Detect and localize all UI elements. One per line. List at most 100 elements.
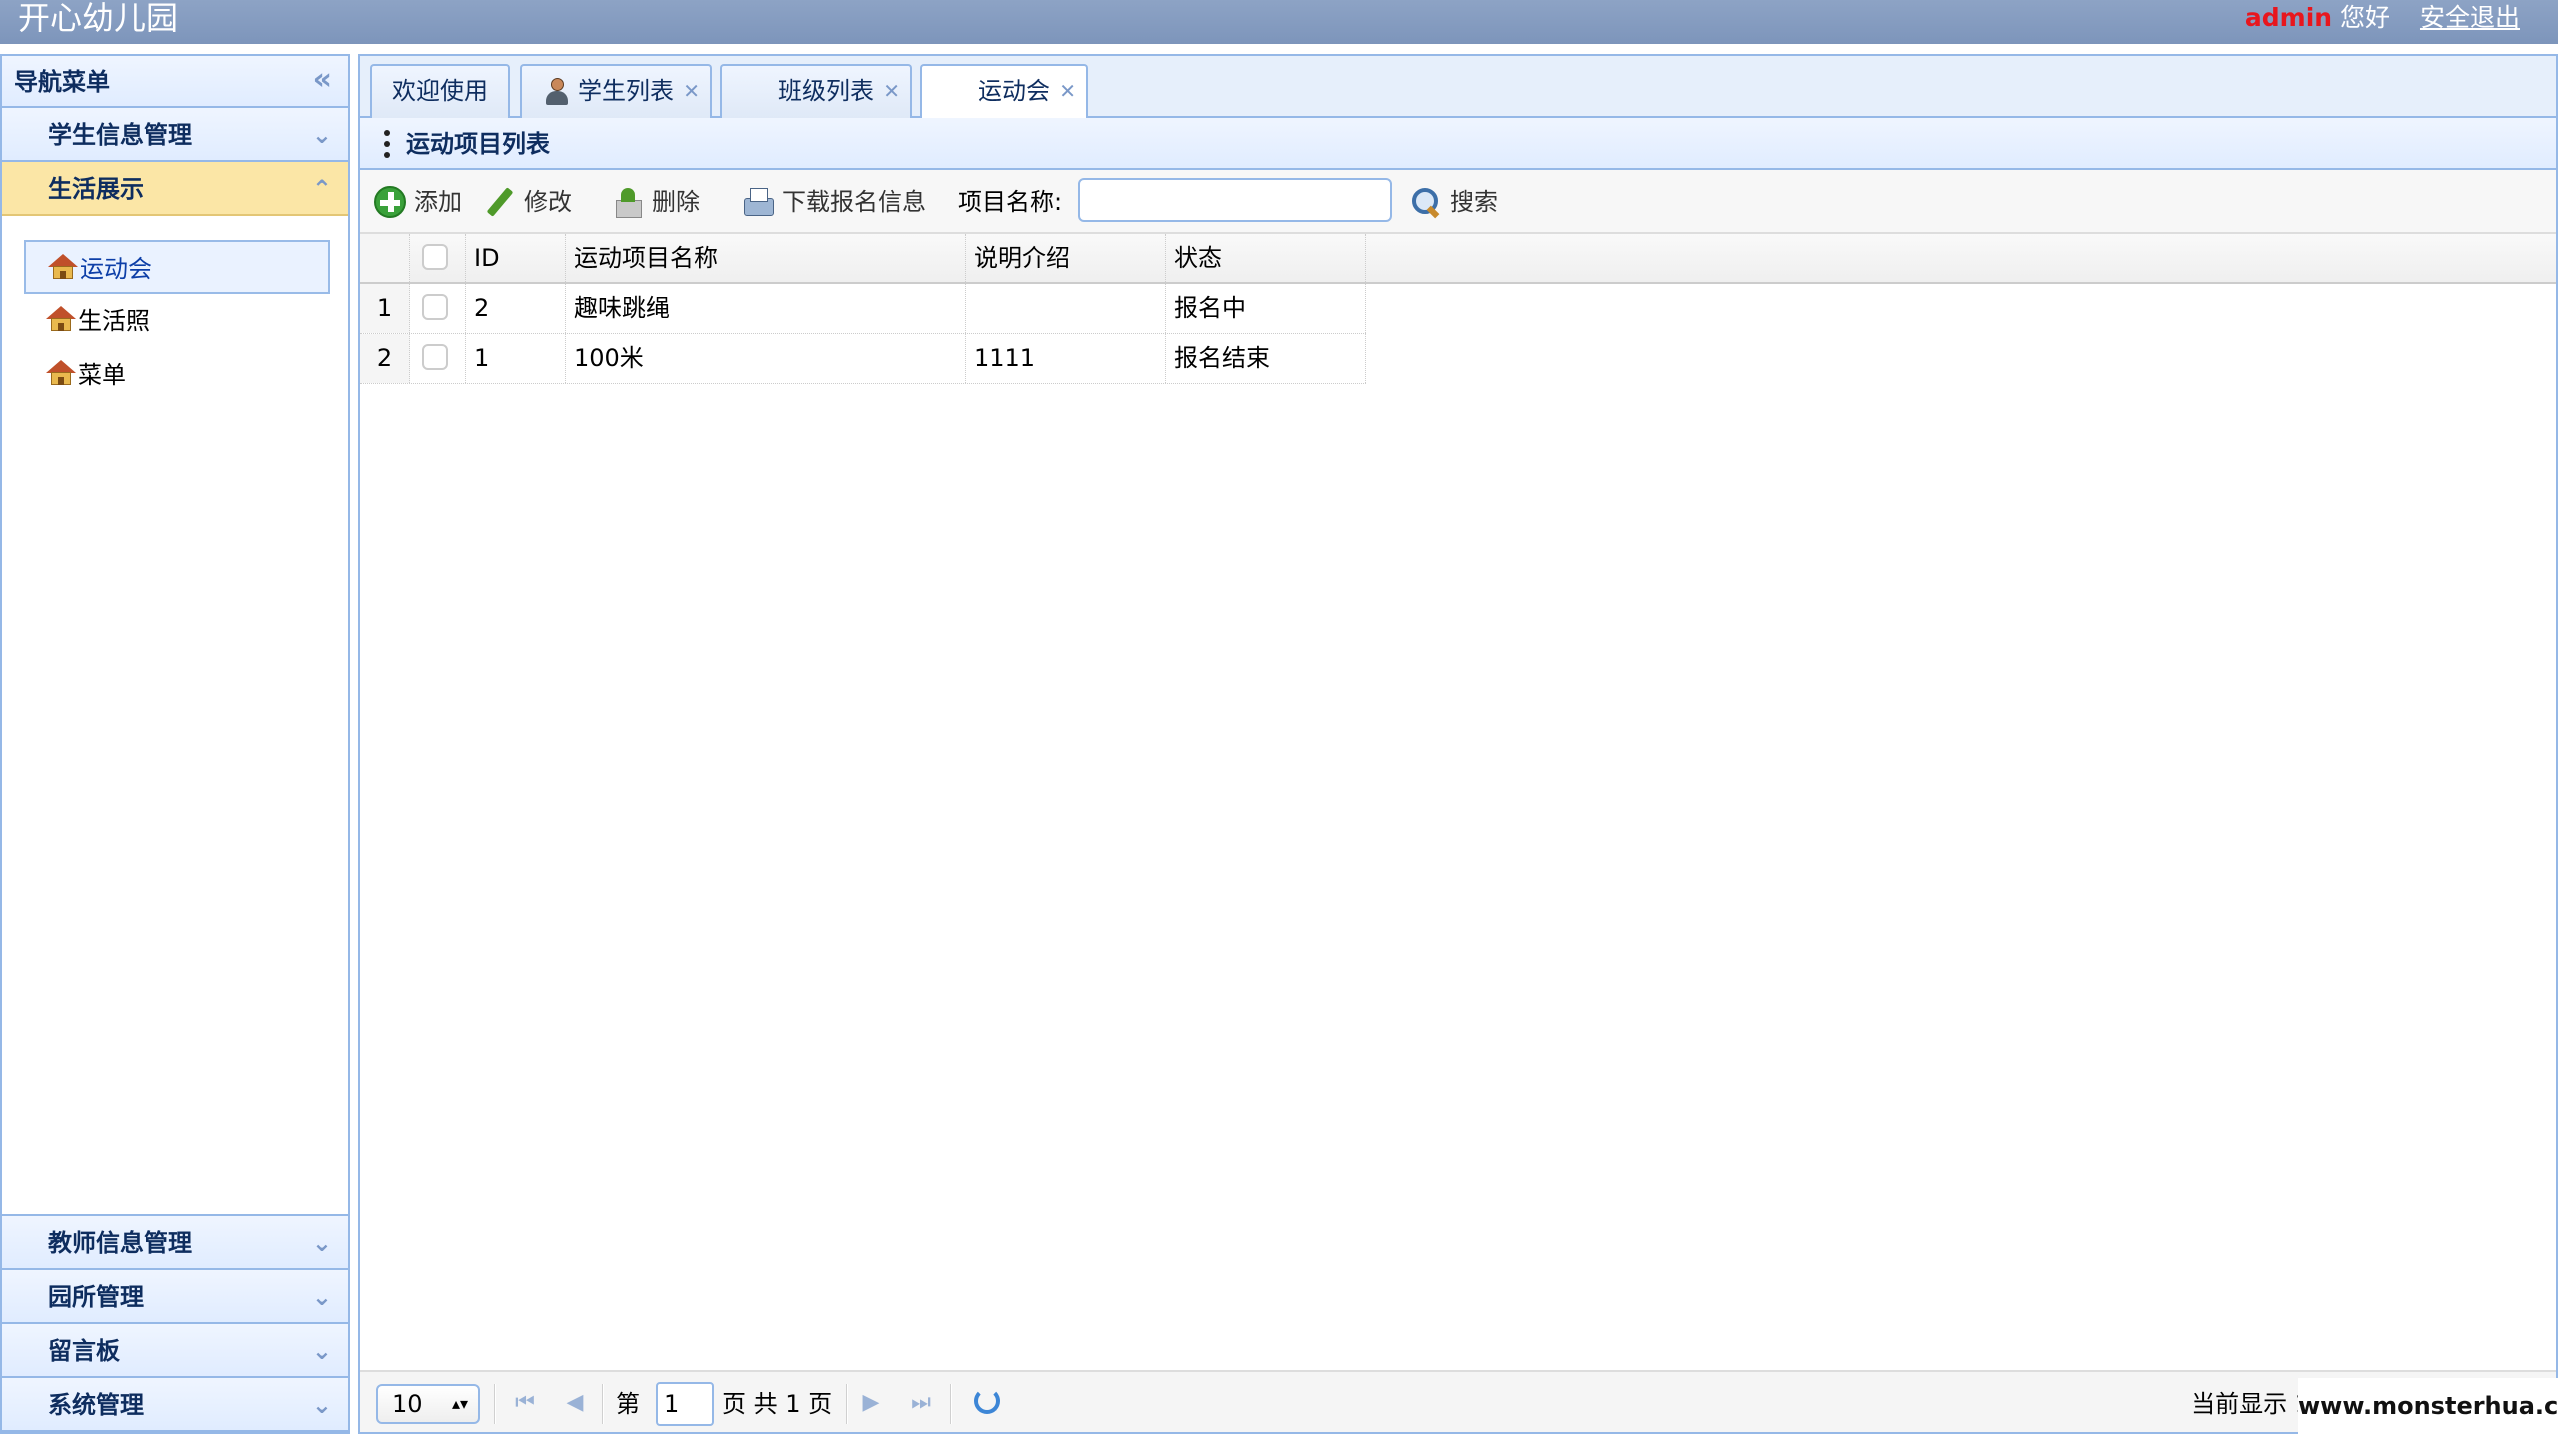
tab-label: 班级列表 xyxy=(778,77,874,105)
row-select-cell xyxy=(410,334,466,383)
pager-info: 当前显示 1 xyxy=(2191,1390,2310,1418)
column-header-id[interactable]: ID xyxy=(466,234,566,282)
chevron-down-icon: ⌄ xyxy=(311,1229,332,1257)
sidebar-group-teacher-info[interactable]: 教师信息管理 ⌄ xyxy=(2,1216,348,1270)
close-icon[interactable]: ✕ xyxy=(683,66,700,116)
user-greeting: 您好 xyxy=(2340,3,2391,32)
row-number: 2 xyxy=(360,334,410,383)
download-button-label: 下载报名信息 xyxy=(782,188,926,216)
edit-button-label: 修改 xyxy=(524,188,572,216)
first-page-button[interactable]: ⏮ xyxy=(512,1390,538,1416)
sidebar-group-label: 学生信息管理 xyxy=(48,121,192,149)
add-icon xyxy=(374,186,406,218)
sidebar-item-label: 生活照 xyxy=(78,307,150,335)
rownum-header xyxy=(360,234,410,282)
tab-sports-meet[interactable]: 运动会 ✕ xyxy=(920,64,1088,120)
sidebar-group-label: 留言板 xyxy=(48,1337,120,1365)
table-row[interactable]: 1 2 趣味跳绳 报名中 xyxy=(360,284,1366,334)
column-header-status[interactable]: 状态 xyxy=(1166,234,1366,282)
house-icon xyxy=(48,254,78,280)
tab-label: 运动会 xyxy=(978,77,1050,105)
sidebar-group-student-info[interactable]: 学生信息管理 ⌄ xyxy=(2,108,348,162)
column-header-name[interactable]: 运动项目名称 xyxy=(566,234,966,282)
pager-separator xyxy=(494,1384,496,1424)
main-panel: 欢迎使用 学生列表 ✕ 班级列表 ✕ 运动会 ✕ 运动项目列表 添加 修改 删除… xyxy=(358,54,2558,1434)
add-button-label: 添加 xyxy=(414,188,462,216)
toolbar: 添加 修改 删除 下载报名信息 项目名称: 搜索 xyxy=(360,170,2556,234)
sidebar-item-label: 运动会 xyxy=(80,255,152,283)
download-signup-button[interactable]: 下载报名信息 xyxy=(742,182,926,222)
sidebar-group-system-management[interactable]: 系统管理 ⌄ xyxy=(2,1378,348,1432)
sidebar-header: 导航菜单 « xyxy=(2,56,348,108)
panel-header: 运动项目列表 xyxy=(360,118,2556,170)
cell-status: 报名中 xyxy=(1166,284,1366,333)
sidebar-group-message-board[interactable]: 留言板 ⌄ xyxy=(2,1324,348,1378)
edit-button[interactable]: 修改 xyxy=(484,182,572,222)
watermark: www.monsterhua.com xyxy=(2298,1378,2558,1434)
cell-description: 1111 xyxy=(966,334,1166,383)
search-icon xyxy=(1410,186,1442,218)
tab-student-list[interactable]: 学生列表 ✕ xyxy=(520,64,712,118)
pager-separator xyxy=(846,1384,848,1424)
last-page-button[interactable]: ⏭ xyxy=(908,1390,934,1416)
page-size-value: 10 xyxy=(392,1390,423,1418)
delete-button-label: 删除 xyxy=(652,188,700,216)
tab-label: 学生列表 xyxy=(578,77,674,105)
pager-separator xyxy=(602,1384,604,1424)
sidebar-item-life-photos[interactable]: 生活照 xyxy=(24,294,330,348)
row-checkbox[interactable] xyxy=(422,344,448,370)
house-icon xyxy=(46,360,76,386)
cell-name: 100米 xyxy=(566,334,966,383)
sidebar-group-label: 生活展示 xyxy=(48,175,144,203)
printer-icon xyxy=(742,186,774,218)
search-button[interactable]: 搜索 xyxy=(1410,182,1498,222)
search-label: 项目名称: xyxy=(958,188,1063,216)
sidebar-group-body: 运动会 生活照 菜单 xyxy=(2,216,348,1216)
next-page-button[interactable]: ▶ xyxy=(858,1390,884,1416)
page-size-select[interactable]: 10 ▴▾ xyxy=(376,1384,480,1424)
logout-link[interactable]: 安全退出 xyxy=(2420,3,2520,32)
row-select-cell xyxy=(410,284,466,333)
sidebar-group-life-display[interactable]: 生活展示 ⌃ xyxy=(2,162,348,216)
sidebar-item-menu[interactable]: 菜单 xyxy=(24,348,330,402)
cell-status: 报名结束 xyxy=(1166,334,1366,383)
pager-separator xyxy=(950,1384,952,1424)
collapse-sidebar-icon[interactable]: « xyxy=(313,56,332,104)
project-name-input[interactable] xyxy=(1078,178,1392,222)
cell-id: 1 xyxy=(466,334,566,383)
delete-icon xyxy=(612,186,644,218)
delete-button[interactable]: 删除 xyxy=(612,182,700,222)
user-box: admin 您好 安全退出 xyxy=(2245,2,2520,34)
data-grid: ID 运动项目名称 说明介绍 状态 1 2 趣味跳绳 报名中 2 1 100米 … xyxy=(360,234,2556,384)
cell-description xyxy=(966,284,1166,333)
add-button[interactable]: 添加 xyxy=(374,182,462,222)
chevron-down-icon: ⌄ xyxy=(311,1391,332,1419)
row-checkbox[interactable] xyxy=(422,294,448,320)
sidebar-item-sports-meet[interactable]: 运动会 xyxy=(24,240,330,294)
sidebar-group-label: 系统管理 xyxy=(48,1391,144,1419)
chevron-down-icon: ⌄ xyxy=(311,1337,332,1365)
close-icon[interactable]: ✕ xyxy=(883,66,900,116)
page-number-input[interactable] xyxy=(656,1382,714,1426)
tab-label: 欢迎使用 xyxy=(392,77,488,105)
more-icon xyxy=(384,130,390,158)
column-header-description[interactable]: 说明介绍 xyxy=(966,234,1166,282)
close-icon[interactable]: ✕ xyxy=(1059,66,1076,116)
user-name: admin xyxy=(2244,3,2333,32)
table-row[interactable]: 2 1 100米 1111 报名结束 xyxy=(360,334,1366,384)
chevron-down-icon: ⌄ xyxy=(311,1283,332,1311)
cell-id: 2 xyxy=(466,284,566,333)
sidebar: 导航菜单 « 学生信息管理 ⌄ 生活展示 ⌃ 运动会 生活照 菜单 教师信息管理… xyxy=(0,54,350,1434)
select-all-checkbox[interactable] xyxy=(422,244,448,270)
tab-class-list[interactable]: 班级列表 ✕ xyxy=(720,64,912,118)
sidebar-item-label: 菜单 xyxy=(78,361,126,389)
select-all-cell xyxy=(410,234,466,282)
chevron-up-icon: ⌃ xyxy=(311,175,332,203)
tab-bar: 欢迎使用 学生列表 ✕ 班级列表 ✕ 运动会 ✕ xyxy=(360,56,2556,120)
spinner-arrows-icon: ▴▾ xyxy=(451,1394,468,1413)
search-button-label: 搜索 xyxy=(1450,188,1498,216)
tab-welcome[interactable]: 欢迎使用 xyxy=(370,64,510,118)
refresh-icon[interactable] xyxy=(974,1388,1000,1414)
sidebar-group-school-management[interactable]: 园所管理 ⌄ xyxy=(2,1270,348,1324)
prev-page-button[interactable]: ◀ xyxy=(562,1390,588,1416)
